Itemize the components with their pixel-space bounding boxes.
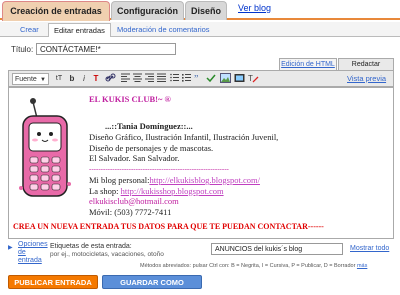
tab-edit-html-label: Edición de HTML bbox=[281, 61, 335, 68]
title-input[interactable]: CONTÁCTAME!* bbox=[36, 43, 176, 55]
shortcuts-hint: Métodos abreviados: pulsar Ctrl con: B =… bbox=[140, 263, 367, 269]
labels-title: Etiquetas de esta entrada: bbox=[50, 243, 132, 250]
quote-icon[interactable]: ” bbox=[193, 73, 203, 85]
tab-compose-label: Redactar bbox=[351, 61, 381, 68]
align-right-icon[interactable] bbox=[144, 73, 154, 85]
subtab-create[interactable]: Crear bbox=[20, 25, 39, 34]
post-location: El Salvador. San Salvador. bbox=[89, 153, 180, 163]
post-shop-line: La shop: http://kukisshop.blogspot.com bbox=[89, 186, 260, 197]
spellcheck-icon[interactable] bbox=[206, 73, 216, 85]
italic-button[interactable]: i bbox=[79, 73, 89, 85]
show-all-link[interactable]: Mostrar todo bbox=[350, 245, 389, 252]
save-draft-button[interactable]: GUARDAR COMO BORRADOR bbox=[102, 275, 202, 295]
publish-button[interactable]: PUBLICAR ENTRADA bbox=[8, 275, 98, 289]
post-role-2: Diseño de personajes y de mascotas. bbox=[89, 142, 214, 153]
labels-input[interactable]: ANUNCIOS del kukis´s blog bbox=[211, 243, 343, 255]
tab-create-posts[interactable]: Creación de entradas bbox=[2, 1, 110, 21]
triangle-right-icon[interactable]: ▶ bbox=[8, 244, 13, 251]
align-left-icon[interactable] bbox=[120, 73, 130, 85]
post-shop-link[interactable]: http://kukisshop.blogspot.com bbox=[121, 186, 224, 196]
post-contact: Mi blog personal:http://elkukisblog.blog… bbox=[89, 175, 260, 217]
bold-button[interactable]: b bbox=[67, 73, 77, 85]
post-phone: Móvil: (503) 7772-7411 bbox=[89, 206, 172, 217]
tab-design-label: Diseño bbox=[190, 6, 221, 16]
top-tab-bar: Creación de entradas Configuración Diseñ… bbox=[0, 0, 400, 21]
clear-format-icon[interactable]: T bbox=[247, 73, 259, 85]
font-select-value: Fuente bbox=[15, 76, 37, 83]
post-name-line: ...::Tania Domínguez::... bbox=[105, 121, 193, 131]
shortcuts-text: Métodos abreviados: pulsar Ctrl con: B =… bbox=[140, 263, 356, 269]
post-options-link[interactable]: Opciones de entrada bbox=[18, 241, 48, 265]
tab-design[interactable]: Diseño bbox=[185, 1, 227, 20]
preview-link[interactable]: Vista previa bbox=[347, 74, 386, 83]
bullet-list-icon[interactable] bbox=[181, 73, 191, 85]
svg-text:”: ” bbox=[194, 74, 198, 82]
view-blog-link[interactable]: Ver blog bbox=[238, 3, 271, 13]
shortcuts-more-link[interactable]: más bbox=[357, 263, 367, 269]
post-blog-link[interactable]: http://elkukisblog.blogspot.com/ bbox=[149, 175, 260, 185]
link-icon[interactable] bbox=[104, 73, 116, 85]
subtab-edit-posts[interactable]: Editar entradas bbox=[48, 23, 111, 37]
justify-icon[interactable] bbox=[156, 73, 166, 85]
post-cta: CREA UN NUEVA ENTRADA TUS DATOS PARA QUE… bbox=[13, 222, 324, 231]
post-shop-label: La shop: bbox=[89, 185, 121, 196]
image-icon[interactable] bbox=[219, 73, 231, 85]
tab-settings[interactable]: Configuración bbox=[111, 1, 184, 20]
subtab-moderate-comments[interactable]: Moderación de comentarios bbox=[117, 25, 210, 34]
font-size-icon[interactable]: tT bbox=[53, 73, 65, 85]
post-bio: Diseño Gráfico, Ilustración Infantil, Il… bbox=[89, 132, 278, 164]
post-blog-line: Mi blog personal:http://elkukisblog.blog… bbox=[89, 175, 260, 186]
tab-settings-label: Configuración bbox=[117, 6, 178, 16]
title-label: Título: bbox=[11, 45, 34, 54]
post-heading: EL KUKIS CLUB!~ ® bbox=[89, 94, 171, 104]
post-separator: ----------------------------------------… bbox=[89, 165, 229, 173]
align-center-icon[interactable] bbox=[132, 73, 142, 85]
svg-text:T: T bbox=[248, 74, 253, 83]
post-blog-label: Mi blog personal: bbox=[89, 175, 150, 185]
tab-compose[interactable]: Redactar bbox=[338, 58, 394, 70]
labels-hint: por ej., motocicletas, vacaciones, otoño bbox=[50, 251, 164, 258]
post-email: elkukisclub@hotmail.com bbox=[89, 196, 179, 206]
post-role-1: Diseño Gráfico, Ilustración Infantil, Il… bbox=[89, 132, 279, 142]
chevron-down-icon: ▼ bbox=[40, 77, 46, 83]
tab-create-posts-label: Creación de entradas bbox=[10, 6, 102, 16]
text-color-icon[interactable]: T bbox=[91, 73, 101, 85]
font-select[interactable]: Fuente ▼ bbox=[12, 73, 49, 85]
sub-tab-bar: Crear Editar entradas Moderación de come… bbox=[0, 22, 400, 37]
post-editor[interactable]: EL KUKIS CLUB!~ ® ...::Tania Domínguez::… bbox=[8, 87, 394, 239]
editor-toolbar: Fuente ▼ tT b i T ” T Vista previa bbox=[8, 70, 394, 87]
ordered-list-icon[interactable] bbox=[169, 73, 179, 85]
pink-phone-illustration bbox=[19, 98, 71, 197]
tab-edit-html[interactable]: Edición de HTML bbox=[279, 58, 337, 70]
video-icon[interactable] bbox=[233, 73, 245, 85]
